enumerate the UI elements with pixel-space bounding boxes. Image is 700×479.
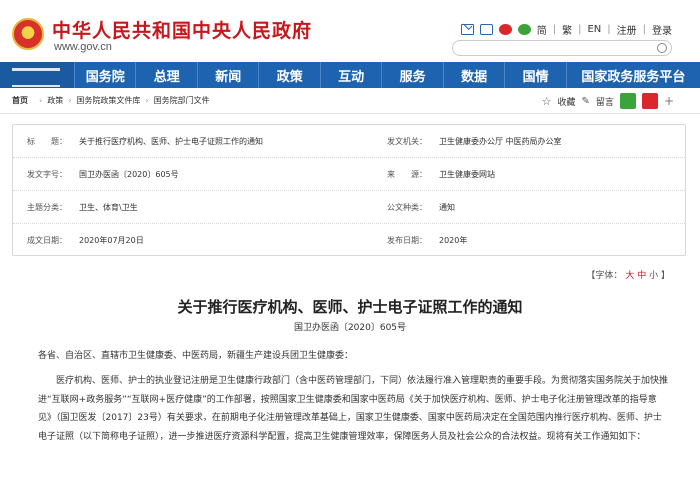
label-source: 来 源： [387, 169, 427, 179]
lang-english[interactable]: EN [587, 24, 601, 35]
font-small-button[interactable]: 小 [649, 271, 658, 281]
value-written-date: 2020年07月20日 [79, 236, 144, 245]
main-nav: 国务院 总理 新闻 政策 互动 服务 数据 国情 国家政务服务平台 [0, 62, 700, 88]
article-recipients: 各省、自治区、直辖市卫生健康委、中医药局，新疆生产建设兵团卫生健康委： [38, 351, 354, 361]
label-written-date: 成文日期： [27, 236, 67, 245]
breadcrumb-dept-files[interactable]: 国务院部门文件 [154, 95, 210, 106]
mail-icon[interactable] [460, 24, 474, 35]
nav-item-state-council[interactable]: 国务院 [74, 62, 135, 88]
label-issuer: 发文机关： [387, 136, 427, 146]
label-title: 标 题： [27, 136, 67, 146]
info-row: 成文日期： 2020年07月20日 发布日期： 2020年 [13, 224, 685, 257]
search-icon[interactable] [657, 43, 667, 53]
wechat-share-icon[interactable] [619, 93, 636, 109]
info-row: 标 题： 关于推行医疗机构、医师、护士电子证照工作的通知 发文机关： 卫生健康委办公… [13, 125, 685, 158]
info-row: 主题分类： 卫生、体育\卫生 公文种类： 通知 [13, 191, 685, 224]
value-doc-no: 国卫办医函〔2020〕605号 [79, 169, 179, 179]
nav-item-services[interactable]: 服务 [381, 62, 442, 88]
register-link[interactable]: 注册 [617, 22, 637, 37]
font-size-label: 【字体： [586, 271, 623, 281]
top-links: 简 | 繁 | EN | 注册 | 登录 [460, 22, 672, 37]
label-doc-type: 公文种类： [387, 202, 427, 212]
label-topic: 主题分类： [27, 202, 67, 212]
nav-item-news[interactable]: 新闻 [196, 62, 258, 88]
page-tools: ☆ 收藏 ✎ 留言 + [542, 93, 674, 109]
more-share-icon[interactable]: + [664, 94, 674, 108]
message-button[interactable]: 留言 [596, 95, 614, 108]
font-large-button[interactable]: 大 [625, 271, 634, 281]
login-link[interactable]: 登录 [652, 22, 672, 37]
nav-item-premier[interactable]: 总理 [135, 62, 196, 88]
label-published-date: 发布日期： [387, 236, 427, 245]
lang-traditional[interactable]: 繁 [562, 22, 572, 37]
weibo-icon[interactable] [498, 24, 512, 35]
value-topic: 卫生、体育\卫生 [79, 202, 138, 212]
breadcrumb: 首页 › 政策 › 国务院政策文件库 › 国务院部门文件 ☆ 收藏 ✎ 留言 + [0, 88, 700, 114]
edit-icon[interactable]: ✎ [582, 96, 590, 107]
favorite-button[interactable]: 收藏 [558, 95, 576, 108]
mobile-icon[interactable] [479, 24, 493, 35]
chevron-right-icon: › [68, 96, 72, 105]
nav-item-gov-service-platform[interactable]: 国家政务服务平台 [565, 62, 700, 88]
national-emblem-icon [12, 18, 44, 50]
label-doc-no: 发文字号： [27, 169, 67, 179]
document-info-table: 标 题： 关于推行医疗机构、医师、护士电子证照工作的通知 发文机关： 卫生健康委办公… [12, 124, 686, 256]
site-title[interactable]: 中华人民共和国中央人民政府 [52, 16, 312, 43]
value-title: 关于推行医疗机构、医师、护士电子证照工作的通知 [79, 136, 263, 146]
star-icon[interactable]: ☆ [542, 95, 552, 108]
breadcrumb-policy-library[interactable]: 国务院政策文件库 [76, 95, 140, 106]
nav-item-interaction[interactable]: 互动 [319, 62, 381, 88]
font-medium-button[interactable]: 中 [637, 271, 646, 281]
search-input[interactable] [452, 40, 672, 56]
value-issuer: 卫生健康委办公厅 中医药局办公室 [439, 136, 562, 146]
value-published-date: 2020年 [439, 236, 468, 245]
info-row: 发文字号： 国卫办医函〔2020〕605号 来 源： 卫生健康委网站 [13, 158, 685, 191]
article-body: 医疗机构、医师、护士的执业登记注册是卫生健康行政部门（含中医药管理部门，下同）依… [38, 376, 669, 442]
wechat-icon[interactable] [517, 24, 531, 35]
value-source: 卫生健康委网站 [439, 169, 495, 179]
nav-item-data[interactable]: 数据 [442, 62, 504, 88]
tiananmen-logo-icon [0, 62, 74, 88]
weibo-share-icon[interactable] [641, 93, 658, 109]
font-size-selector: 【字体： 大 中 小 】 [586, 268, 670, 281]
divider: | [552, 24, 557, 35]
article-doc-no: 国卫办医函〔2020〕605号 [293, 323, 407, 333]
divider: | [642, 24, 646, 35]
value-doc-type: 通知 [439, 202, 455, 212]
chevron-right-icon: › [39, 96, 43, 105]
divider: | [607, 24, 611, 35]
breadcrumb-policy[interactable]: 政策 [47, 95, 63, 106]
article-title: 关于推行医疗机构、医师、护士电子证照工作的通知 [177, 298, 523, 316]
lang-simplified[interactable]: 简 [537, 22, 547, 37]
nav-item-policy[interactable]: 政策 [258, 62, 319, 88]
breadcrumb-home[interactable]: 首页 [12, 95, 28, 106]
nav-item-national-info[interactable]: 国情 [504, 62, 565, 88]
chevron-right-icon: › [145, 96, 149, 105]
divider: | [578, 24, 582, 35]
site-header: 中华人民共和国中央人民政府 www.gov.cn 简 | 繁 | EN | 注册… [0, 0, 700, 62]
font-size-close: 】 [660, 271, 670, 281]
site-domain: www.gov.cn [54, 41, 112, 53]
